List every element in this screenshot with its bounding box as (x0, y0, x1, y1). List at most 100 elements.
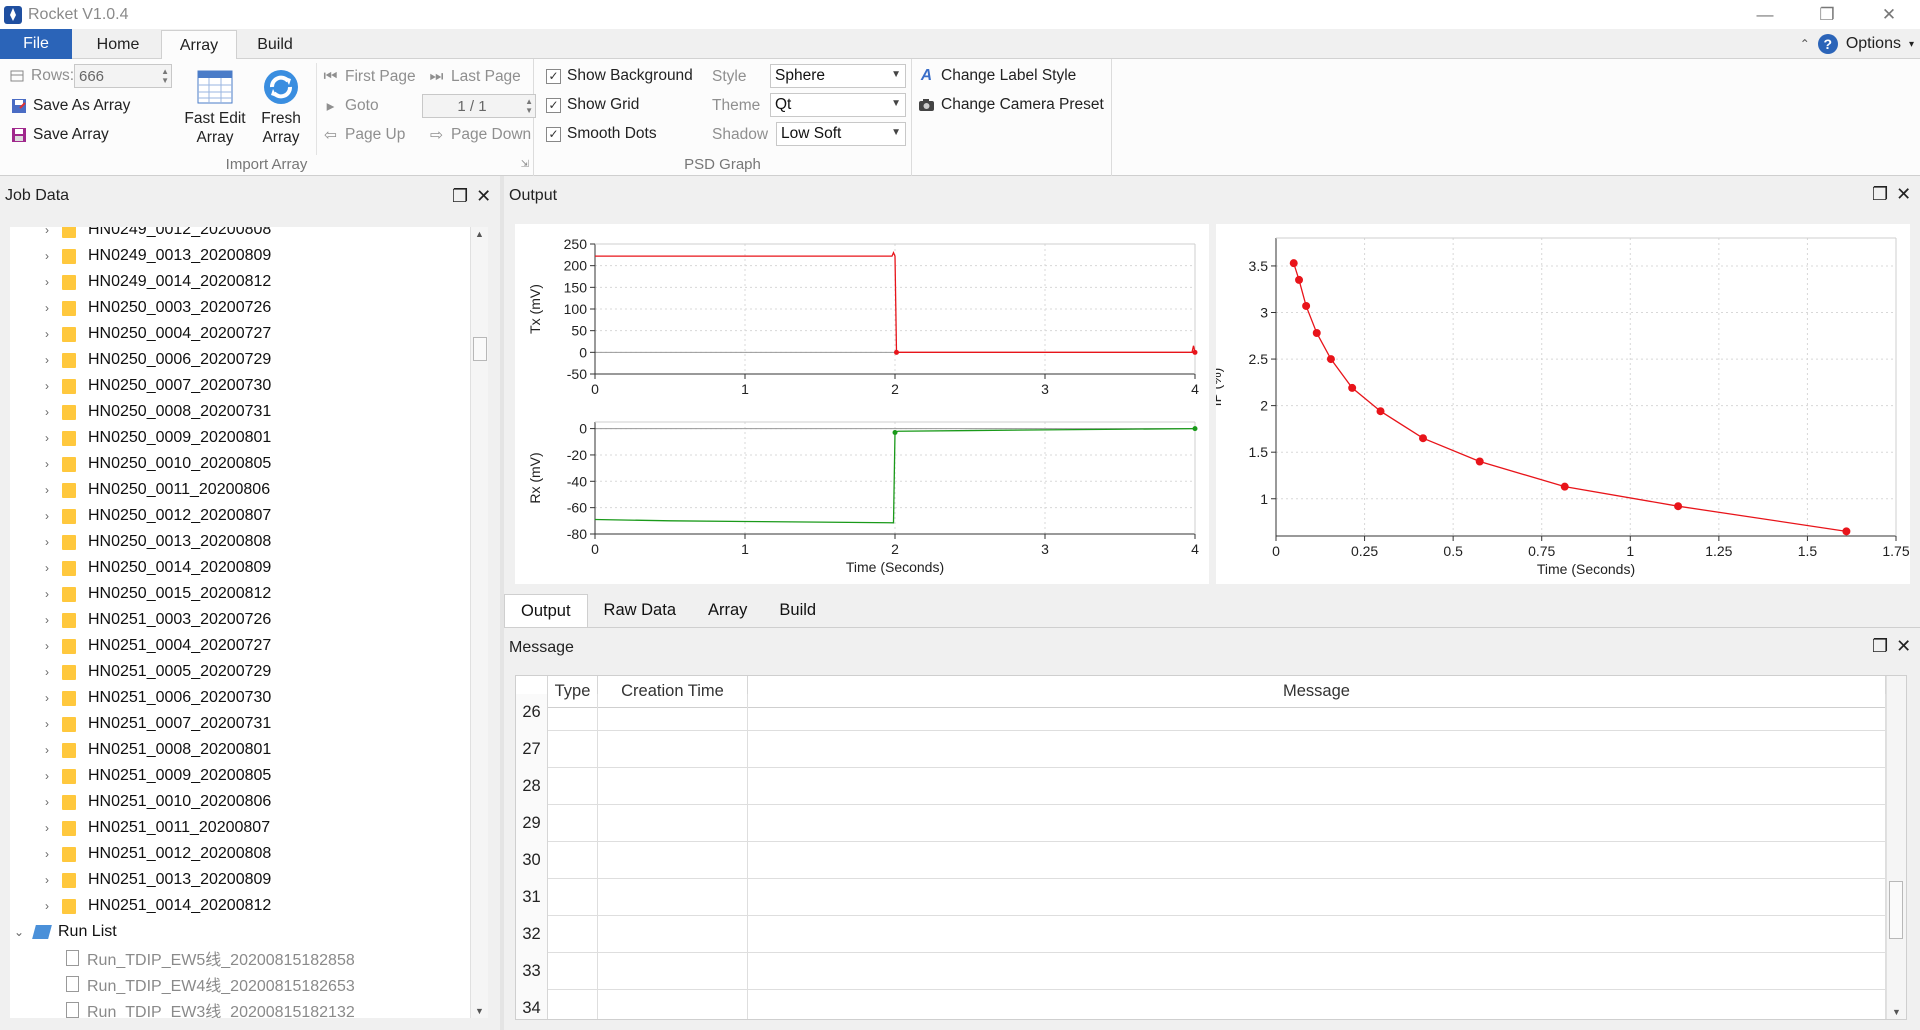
fresh-array-button[interactable]: Fresh Array (252, 65, 310, 147)
tree-item-folder[interactable]: › HN0250_0011_20200806 (40, 477, 270, 503)
tree-item-folder[interactable]: › HN0251_0013_20200809 (40, 867, 271, 893)
tree-item-folder[interactable]: › HN0250_0015_20200812 (40, 581, 271, 607)
cell-message[interactable] (748, 953, 1886, 990)
chevron-right-icon[interactable]: › (40, 405, 54, 419)
chevron-right-icon[interactable]: › (40, 691, 54, 705)
cell-message[interactable] (748, 842, 1886, 879)
table-row[interactable]: 28 (516, 768, 1886, 805)
tab-output[interactable]: Output (504, 594, 588, 627)
chevron-right-icon[interactable]: › (40, 353, 54, 367)
tree-item-folder[interactable]: › HN0251_0007_20200731 (40, 711, 271, 737)
tree-item-run[interactable]: Run_TDIP_EW4线_20200815182653 (66, 971, 355, 997)
tree-item-folder[interactable]: › HN0251_0006_20200730 (40, 685, 271, 711)
save-as-array-button[interactable]: Save As Array (10, 97, 130, 115)
tab-build[interactable]: Build (240, 30, 310, 59)
chevron-right-icon[interactable]: › (40, 717, 54, 731)
table-row[interactable]: 29 (516, 805, 1886, 842)
tree-item-folder[interactable]: › HN0250_0009_20200801 (40, 425, 271, 451)
chevron-right-icon[interactable]: › (40, 301, 54, 315)
table-row[interactable]: 34 (516, 990, 1886, 1019)
chevron-right-icon[interactable]: › (40, 457, 54, 471)
cell-type[interactable] (548, 805, 598, 842)
scroll-thumb[interactable] (473, 337, 487, 361)
cell-creation-time[interactable] (598, 768, 748, 805)
cell-message[interactable] (748, 768, 1886, 805)
chevron-right-icon[interactable]: › (40, 639, 54, 653)
fast-edit-array-button[interactable]: Fast Edit Array (182, 65, 248, 147)
job-data-scrollbar[interactable]: ▲ ▼ (470, 227, 488, 1018)
tree-item-folder[interactable]: › HN0250_0004_20200727 (40, 321, 271, 347)
tree-item-run-list[interactable]: ⌄ Run List (12, 919, 117, 945)
dialog-launcher-icon[interactable]: ⇲ (521, 159, 529, 170)
cell-message[interactable] (748, 694, 1886, 731)
tree-item-folder[interactable]: › HN0249_0014_20200812 (40, 269, 271, 295)
table-row[interactable]: 27 (516, 731, 1886, 768)
close-panel-icon[interactable]: ✕ (476, 186, 491, 207)
chevron-right-icon[interactable]: › (40, 899, 54, 913)
cell-creation-time[interactable] (598, 953, 748, 990)
tree-item-folder[interactable]: › HN0251_0010_20200806 (40, 789, 271, 815)
chevron-right-icon[interactable]: › (40, 847, 54, 861)
chevron-right-icon[interactable]: › (40, 873, 54, 887)
chevron-right-icon[interactable]: › (40, 275, 54, 289)
chevron-right-icon[interactable]: › (40, 665, 54, 679)
options-menu[interactable]: Options (1846, 35, 1901, 53)
scroll-down-icon[interactable]: ▼ (1892, 1007, 1901, 1017)
chevron-right-icon[interactable]: › (40, 561, 54, 575)
minimize-button[interactable]: — (1734, 0, 1796, 29)
cell-type[interactable] (548, 916, 598, 953)
scroll-up-icon[interactable]: ▲ (475, 229, 484, 239)
tree-item-folder[interactable]: › HN0250_0003_20200726 (40, 295, 271, 321)
tree-item-folder[interactable]: › HN0251_0003_20200726 (40, 607, 271, 633)
rows-spinbox[interactable]: 666 ▲ ▼ (74, 64, 172, 88)
cell-message[interactable] (748, 879, 1886, 916)
shadow-select[interactable]: Low Soft ▼ (776, 122, 906, 146)
cell-type[interactable] (548, 879, 598, 916)
table-row[interactable]: 26 (516, 694, 1886, 731)
table-row[interactable]: 31 (516, 879, 1886, 916)
page-down-button[interactable]: ⇨ Page Down (428, 126, 531, 144)
cell-creation-time[interactable] (598, 842, 748, 879)
style-select[interactable]: Sphere ▼ (770, 64, 906, 88)
message-scrollbar[interactable]: ▼ (1886, 676, 1906, 1019)
cell-type[interactable] (548, 990, 598, 1019)
chevron-right-icon[interactable]: › (40, 431, 54, 445)
tree-item-folder[interactable]: › HN0251_0012_20200808 (40, 841, 271, 867)
spin-arrows-icon[interactable]: ▲ ▼ (161, 67, 169, 85)
scroll-down-icon[interactable]: ▼ (475, 1006, 484, 1016)
cell-message[interactable] (748, 805, 1886, 842)
tree-item-folder[interactable]: › HN0249_0013_20200809 (40, 243, 271, 269)
float-panel-icon[interactable]: ❐ (452, 186, 468, 207)
close-panel-icon[interactable]: ✕ (1896, 636, 1911, 657)
tree-item-folder[interactable]: › HN0251_0005_20200729 (40, 659, 271, 685)
page-spinbox[interactable]: 1 / 1 ▲ ▼ (422, 94, 536, 118)
theme-select[interactable]: Qt ▼ (770, 93, 906, 117)
tree-item-folder[interactable]: › HN0250_0012_20200807 (40, 503, 271, 529)
cell-creation-time[interactable] (598, 805, 748, 842)
tree-item-folder[interactable]: › HN0251_0008_20200801 (40, 737, 271, 763)
show-grid-checkbox[interactable]: ✓ Show Grid (546, 96, 639, 114)
tab-array-output[interactable]: Array (692, 594, 763, 627)
chevron-right-icon[interactable]: › (40, 795, 54, 809)
show-background-checkbox[interactable]: ✓ Show Background (546, 67, 693, 85)
tree-item-run[interactable]: Run_TDIP_EW5线_20200815182858 (66, 945, 355, 971)
first-page-button[interactable]: ⏮ First Page (322, 68, 416, 86)
table-row[interactable]: 30 (516, 842, 1886, 879)
tree-item-folder[interactable]: › HN0250_0007_20200730 (40, 373, 271, 399)
cell-message[interactable] (748, 990, 1886, 1019)
goto-button[interactable]: ▸ Goto (322, 97, 379, 115)
last-page-button[interactable]: ⏭ Last Page (428, 68, 521, 86)
chevron-right-icon[interactable]: › (40, 227, 54, 237)
tree-item-folder[interactable]: › HN0249_0012_20200808 (40, 227, 271, 243)
chevron-right-icon[interactable]: › (40, 821, 54, 835)
chevron-right-icon[interactable]: › (40, 769, 54, 783)
chevron-right-icon[interactable]: › (40, 327, 54, 341)
save-array-button[interactable]: Save Array (10, 126, 109, 144)
chevron-right-icon[interactable]: › (40, 483, 54, 497)
tab-file[interactable]: File (0, 29, 72, 59)
tree-item-run[interactable]: Run_TDIP_EW3线_20200815182132 (66, 997, 355, 1018)
chevron-right-icon[interactable]: › (40, 249, 54, 263)
cell-creation-time[interactable] (598, 879, 748, 916)
tree-item-folder[interactable]: › HN0251_0014_20200812 (40, 893, 271, 919)
cell-creation-time[interactable] (598, 990, 748, 1019)
